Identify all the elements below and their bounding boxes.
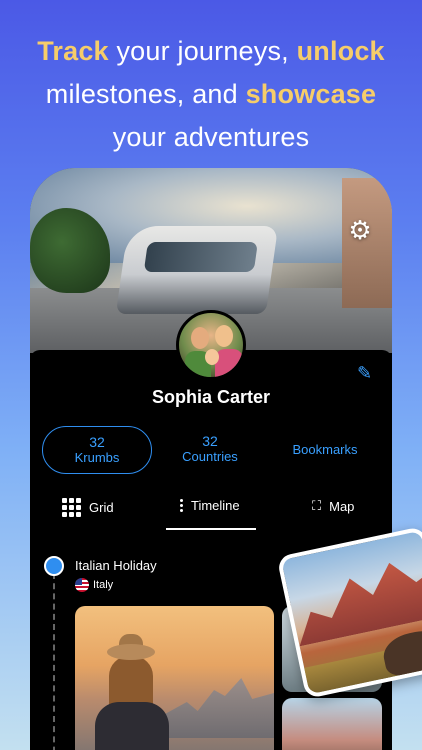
- headline-track: Track: [37, 36, 109, 66]
- headline-showcase: showcase: [245, 79, 377, 109]
- avatar[interactable]: [176, 310, 246, 380]
- headline-journeys: your journeys,: [108, 36, 297, 66]
- headline-adventures: your adventures: [112, 122, 310, 152]
- headline-unlock: unlock: [296, 36, 385, 66]
- timeline-photo-main[interactable]: [75, 606, 274, 750]
- tab-timeline-label: Timeline: [191, 498, 240, 513]
- profile-name: Sophia Carter: [151, 387, 271, 407]
- pencil-icon[interactable]: ✎: [357, 363, 372, 384]
- us-flag-icon: [75, 578, 89, 592]
- countries-label: Countries: [182, 449, 238, 464]
- active-tab-indicator: [166, 528, 256, 530]
- countries-stat-button[interactable]: 32 Countries: [155, 426, 265, 474]
- timeline-line: [53, 573, 55, 750]
- view-tabs: Grid Timeline ⛶ Map: [30, 492, 392, 532]
- tab-map[interactable]: ⛶ Map: [312, 498, 354, 514]
- gear-icon[interactable]: ⚙: [346, 216, 374, 244]
- grid-icon: [62, 498, 81, 517]
- countries-count: 32: [202, 433, 218, 449]
- krumbs-label: Krumbs: [74, 450, 120, 465]
- krumbs-count: 32: [89, 434, 105, 450]
- headline-milestones: milestones, and: [45, 79, 246, 109]
- timeline-dot: [44, 556, 64, 576]
- map-icon: ⛶: [312, 498, 322, 513]
- bookmarks-label: Bookmarks: [292, 442, 358, 457]
- dots-vertical-icon: [180, 499, 183, 512]
- krumbs-stat-button[interactable]: 32 Krumbs: [42, 426, 152, 474]
- tab-grid-label: Grid: [89, 500, 114, 515]
- tab-timeline[interactable]: Timeline: [180, 498, 240, 513]
- country-label: Italy: [93, 579, 114, 591]
- timeline-photo-side[interactable]: [282, 698, 382, 750]
- timeline-entry-country: Italy: [75, 578, 113, 592]
- timeline-entry-title[interactable]: Italian Holiday: [75, 558, 157, 573]
- bookmarks-button[interactable]: Bookmarks: [270, 426, 380, 474]
- tab-grid[interactable]: Grid: [62, 498, 114, 517]
- tab-map-label: Map: [329, 498, 355, 514]
- headline: Track your journeys, unlock milestones, …: [0, 30, 422, 159]
- stats-row: 32 Krumbs 32 Countries Bookmarks: [42, 426, 382, 474]
